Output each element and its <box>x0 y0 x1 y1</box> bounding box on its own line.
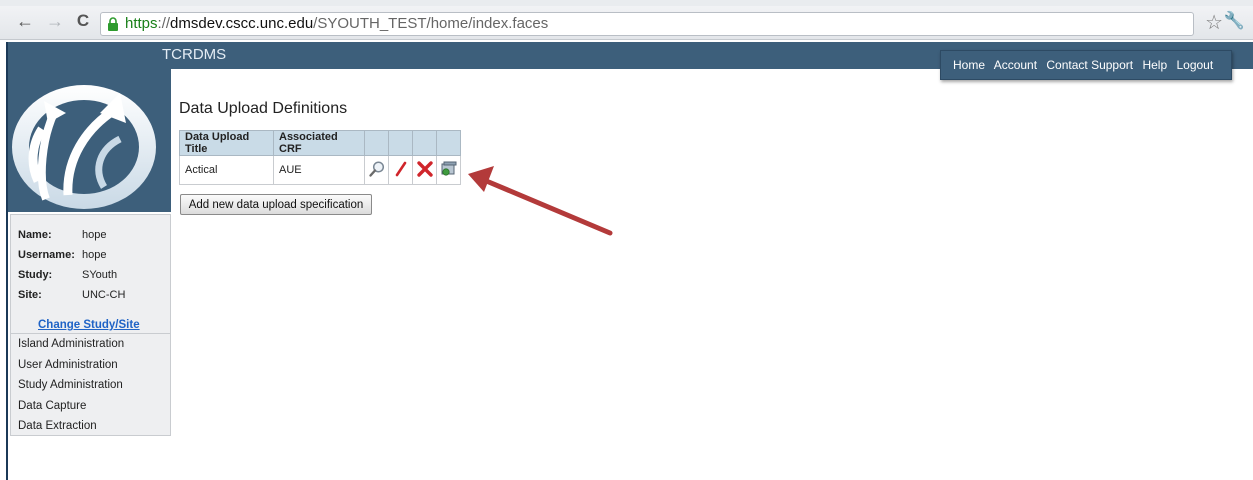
tc-logo <box>12 85 156 209</box>
logo-panel <box>8 69 171 212</box>
data-upload-table: Data Upload Title Associated CRF Actical… <box>179 130 461 185</box>
edit-button[interactable] <box>388 155 413 185</box>
change-study-site-link[interactable]: Change Study/Site <box>38 319 140 331</box>
url-scheme: https <box>125 15 158 32</box>
delete-button[interactable] <box>412 155 437 185</box>
url-host: dmsdev.cscc.unc.edu <box>170 15 314 32</box>
reload-icon[interactable]: C <box>74 11 92 31</box>
wrench-icon[interactable]: 🔧 <box>1224 11 1245 31</box>
menu-help[interactable]: Help <box>1142 58 1167 72</box>
lock-icon <box>108 17 118 31</box>
user-study-row: Study: SYouth <box>18 269 118 281</box>
address-bar[interactable]: https://dmsdev.cscc.unc.edu/SYOUTH_TEST/… <box>100 12 1194 36</box>
top-menu: Home Account Contact Support Help Logout <box>940 50 1232 80</box>
pencil-icon <box>395 161 406 176</box>
column-header-title: Data Upload Title <box>179 130 274 156</box>
app-title: TCRDMS <box>162 46 227 63</box>
user-name-row: Name: hope <box>18 229 107 241</box>
menu-logout[interactable]: Logout <box>1176 58 1213 72</box>
upload-data-button[interactable] <box>436 155 461 185</box>
page-title: Data Upload Definitions <box>179 100 348 117</box>
sidebar-item-data-capture[interactable]: Data Capture <box>11 396 170 417</box>
delete-x-icon <box>416 160 433 177</box>
sidebar-item-island-administration[interactable]: Island Administration <box>11 334 170 355</box>
sidebar-item-user-administration[interactable]: User Administration <box>11 355 170 376</box>
user-info-panel: Name: hope Username: hope Study: SYouth Sit… <box>10 214 171 436</box>
magnifier-icon <box>368 160 384 177</box>
annotation-arrow <box>468 166 613 236</box>
column-header-empty <box>388 130 413 156</box>
column-header-empty <box>364 130 389 156</box>
menu-account[interactable]: Account <box>994 58 1037 72</box>
column-header-empty <box>436 130 461 156</box>
page-left-border <box>0 42 8 480</box>
back-icon[interactable]: ← <box>16 11 34 31</box>
add-data-upload-button[interactable]: Add new data upload specification <box>180 194 372 215</box>
url-path: /SYOUTH_TEST/home/index.faces <box>313 15 549 32</box>
sidebar-nav: Island Administration User Administratio… <box>11 333 170 437</box>
cell-title: Actical <box>179 155 274 185</box>
view-button[interactable] <box>364 155 389 185</box>
sidebar-item-data-extraction[interactable]: Data Extraction <box>11 416 170 437</box>
column-header-crf: Associated CRF <box>273 130 365 156</box>
table-row: Actical AUE <box>179 155 461 185</box>
forward-icon[interactable]: → <box>46 11 64 31</box>
sidebar-item-study-administration[interactable]: Study Administration <box>11 375 170 396</box>
table-header-row: Data Upload Title Associated CRF <box>179 130 461 156</box>
user-site-row: Site: UNC-CH <box>18 289 126 301</box>
browser-tab-strip <box>0 0 1253 6</box>
menu-contact-support[interactable]: Contact Support <box>1046 58 1133 72</box>
menu-home[interactable]: Home <box>953 58 985 72</box>
user-username-row: Username: hope <box>18 249 107 261</box>
cell-crf: AUE <box>273 155 365 185</box>
bookmark-star-icon[interactable]: ☆ <box>1205 10 1223 35</box>
url-separator: :// <box>157 15 171 32</box>
column-header-empty <box>412 130 437 156</box>
data-upload-icon <box>441 161 456 176</box>
